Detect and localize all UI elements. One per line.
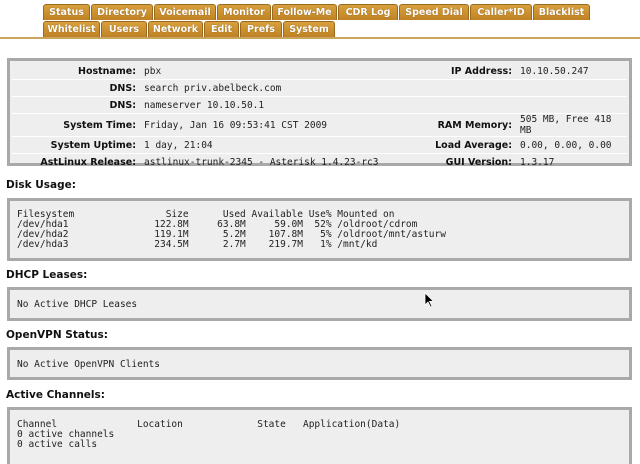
system-time-label: System Time:	[12, 113, 140, 137]
astlinux-release-label: AstLinux Release:	[40, 156, 136, 168]
tab-users[interactable]: Users	[101, 21, 147, 37]
system-time-value: Friday, Jan 16 09:53:41 CST 2009	[140, 113, 388, 137]
tab-directory[interactable]: Directory	[91, 4, 153, 20]
system-info-row: System Uptime: 1 day, 21:04 Load Average…	[12, 136, 627, 154]
tab-blacklist[interactable]: Blacklist	[533, 4, 590, 20]
system-info-row: AstLinux Release: astlinux-trunk-2345 - …	[12, 154, 627, 171]
tab-status[interactable]: Status	[43, 4, 90, 20]
tab-cdr-log[interactable]: CDR Log	[338, 4, 398, 20]
openvpn-status-panel: No Active OpenVPN Clients	[7, 347, 632, 380]
active-channels-heading: Active Channels:	[6, 389, 105, 401]
active-channels-output: Channel Location State Application(Data)…	[17, 419, 401, 450]
tab-monitor[interactable]: Monitor	[217, 4, 271, 20]
system-info-panel: Hostname: pbx IP Address: 10.10.50.247 D…	[7, 58, 632, 168]
dhcp-leases-output: No Active DHCP Leases	[17, 299, 138, 310]
ram-memory-label: RAM Memory:	[388, 113, 516, 137]
system-info-row: DNS: nameserver 10.10.50.1	[12, 96, 627, 114]
disk-usage-heading: Disk Usage:	[6, 179, 76, 191]
dns-nameserver-value: nameserver 10.10.50.1	[140, 96, 388, 114]
gui-version-label: GUI Version:	[445, 156, 512, 168]
system-uptime-value: 1 day, 21:04	[140, 136, 388, 154]
dhcp-leases-heading: DHCP Leases:	[6, 269, 88, 281]
nav-tabs-row-2: Whitelist Users Network Edit Prefs Syste…	[43, 21, 336, 38]
tab-whitelist[interactable]: Whitelist	[43, 21, 100, 37]
tab-edit[interactable]: Edit	[204, 21, 239, 37]
load-average-value: 0.00, 0.00, 0.00	[516, 136, 627, 154]
dhcp-leases-panel: No Active DHCP Leases	[7, 287, 632, 321]
disk-usage-panel: Filesystem Size Used Available Use% Moun…	[7, 198, 632, 261]
system-uptime-label: System Uptime:	[12, 136, 140, 154]
system-info-row: DNS: search priv.abelbeck.com	[12, 79, 627, 97]
astlinux-release-value: astlinux-trunk-2345 - Asterisk 1.4.23-rc…	[144, 156, 379, 168]
dns-label: DNS:	[12, 79, 140, 97]
tab-system[interactable]: System	[283, 21, 335, 37]
nav-tabs-row-1: Status Directory Voicemail Monitor Follo…	[43, 4, 591, 21]
hostname-value: pbx	[140, 63, 388, 80]
gui-version-value: 1.3.17	[520, 156, 555, 168]
ram-memory-value: 505 MB, Free 418 MB	[516, 113, 627, 137]
tab-prefs[interactable]: Prefs	[240, 21, 282, 37]
system-info-table: Hostname: pbx IP Address: 10.10.50.247 D…	[12, 63, 627, 170]
load-average-label: Load Average:	[388, 136, 516, 154]
tab-follow-me[interactable]: Follow-Me	[272, 4, 337, 20]
tab-voicemail[interactable]: Voicemail	[154, 4, 216, 20]
hostname-label: Hostname:	[12, 63, 140, 80]
mouse-cursor-icon	[424, 292, 435, 308]
system-info-row: Hostname: pbx IP Address: 10.10.50.247	[12, 63, 627, 80]
ip-address-value: 10.10.50.247	[516, 63, 627, 80]
dns-search-value: search priv.abelbeck.com	[140, 79, 388, 97]
tab-caller-id[interactable]: Caller*ID	[470, 4, 532, 20]
openvpn-status-output: No Active OpenVPN Clients	[17, 359, 160, 370]
disk-usage-output: Filesystem Size Used Available Use% Moun…	[17, 209, 446, 250]
dns-label: DNS:	[12, 96, 140, 114]
tab-bar-divider	[0, 37, 640, 39]
openvpn-status-heading: OpenVPN Status:	[6, 329, 108, 341]
tab-network[interactable]: Network	[148, 21, 203, 37]
ip-address-label: IP Address:	[388, 63, 516, 80]
active-channels-panel: Channel Location State Application(Data)…	[7, 407, 632, 464]
system-info-row: System Time: Friday, Jan 16 09:53:41 CST…	[12, 113, 627, 137]
tab-speed-dial[interactable]: Speed Dial	[399, 4, 469, 20]
